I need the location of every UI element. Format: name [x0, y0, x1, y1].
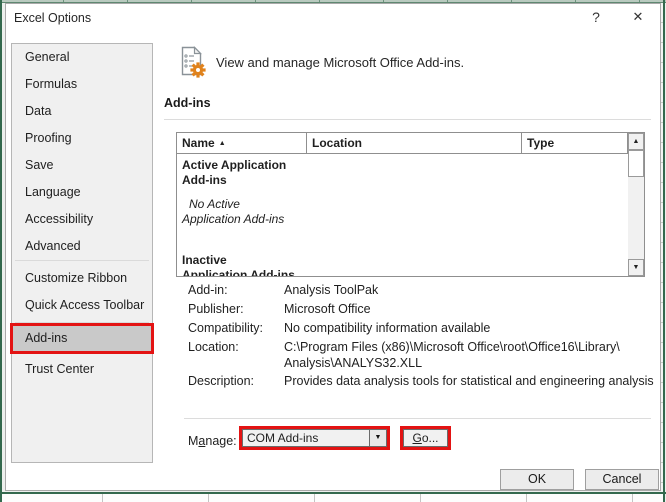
- table-scrollbar[interactable]: ▲ ▼: [628, 133, 644, 276]
- cancel-button[interactable]: Cancel: [585, 469, 659, 490]
- sidebar-item-trust-center[interactable]: Trust Center: [12, 356, 152, 383]
- sidebar-item-quick-access-toolbar[interactable]: Quick Access Toolbar: [12, 292, 152, 319]
- chevron-down-icon[interactable]: ▼: [369, 430, 386, 446]
- sidebar-item-language[interactable]: Language: [12, 179, 152, 206]
- sidebar-separator: [15, 260, 149, 261]
- excel-options-dialog: Excel Options ? ✕ General Formulas Data …: [5, 3, 661, 491]
- column-header-location[interactable]: Location: [307, 133, 522, 153]
- sidebar-separator: [15, 322, 149, 323]
- addins-table-content: Name▲ Location Type Active Application A…: [177, 133, 628, 276]
- scrollbar-down-icon[interactable]: ▼: [628, 259, 644, 276]
- section-title-add-ins: Add-ins: [164, 96, 211, 110]
- column-header-name[interactable]: Name▲: [177, 133, 307, 153]
- annotation-box-go-button: Go...: [400, 426, 451, 450]
- detail-row-location: Location: C:\Program Files (x86)\Microso…: [188, 339, 658, 371]
- sidebar-item-general[interactable]: General: [12, 44, 152, 71]
- addins-table: Name▲ Location Type Active Application A…: [176, 132, 645, 277]
- group-active-application-addins[interactable]: Active Application Add-ins: [182, 158, 300, 188]
- sort-ascending-icon: ▲: [219, 140, 226, 147]
- scrollbar-up-icon[interactable]: ▲: [628, 133, 644, 150]
- manage-divider: [184, 418, 651, 419]
- detail-row-description: Description: Provides data analysis tool…: [188, 373, 658, 389]
- detail-row-publisher: Publisher: Microsoft Office: [188, 301, 658, 317]
- addins-page-icon: [178, 46, 206, 78]
- ok-button[interactable]: OK: [500, 469, 574, 490]
- page-description: View and manage Microsoft Office Add-ins…: [216, 55, 464, 70]
- close-icon[interactable]: ✕: [626, 9, 650, 29]
- manage-dropdown[interactable]: COM Add-ins ▼: [242, 429, 387, 447]
- manage-dropdown-value: COM Add-ins: [247, 431, 318, 445]
- sidebar-item-accessibility[interactable]: Accessibility: [12, 206, 152, 233]
- annotation-box-manage-dropdown: COM Add-ins ▼: [239, 426, 390, 450]
- sidebar-item-advanced[interactable]: Advanced: [12, 233, 152, 260]
- sidebar-item-formulas[interactable]: Formulas: [12, 71, 152, 98]
- sidebar-item-add-ins[interactable]: Add-ins: [12, 325, 152, 352]
- addin-details: Add-in: Analysis ToolPak Publisher: Micr…: [188, 282, 658, 392]
- section-divider: [164, 119, 651, 120]
- detail-row-addin: Add-in: Analysis ToolPak: [188, 282, 658, 298]
- detail-row-compatibility: Compatibility: No compatibility informat…: [188, 320, 658, 336]
- sidebar-item-proofing[interactable]: Proofing: [12, 125, 152, 152]
- help-icon[interactable]: ?: [586, 9, 606, 29]
- sidebar-item-save[interactable]: Save: [12, 152, 152, 179]
- screenshot-stage: Excel Options ? ✕ General Formulas Data …: [0, 0, 666, 502]
- scrollbar-thumb[interactable]: [628, 150, 644, 177]
- dialog-title: Excel Options: [14, 11, 91, 25]
- manage-label: Manage:: [188, 431, 237, 451]
- group-inactive-application-addins[interactable]: Inactive Application Add-ins: [182, 253, 300, 276]
- go-button[interactable]: Go...: [403, 429, 448, 447]
- addins-table-header: Name▲ Location Type: [177, 133, 628, 154]
- excel-backdrop-right-border: [663, 0, 665, 502]
- options-sidebar: General Formulas Data Proofing Save Lang…: [11, 43, 153, 463]
- excel-backdrop-grid-strip: [2, 494, 663, 502]
- column-header-type[interactable]: Type: [522, 133, 628, 153]
- sidebar-item-data[interactable]: Data: [12, 98, 152, 125]
- excel-backdrop-left-border: [0, 0, 2, 502]
- group-no-active-addins[interactable]: No Active Application Add-ins: [182, 197, 300, 227]
- gear-icon: [190, 62, 205, 77]
- addins-table-body: Active Application Add-ins No Active App…: [177, 154, 628, 276]
- sidebar-item-customize-ribbon[interactable]: Customize Ribbon: [12, 265, 152, 292]
